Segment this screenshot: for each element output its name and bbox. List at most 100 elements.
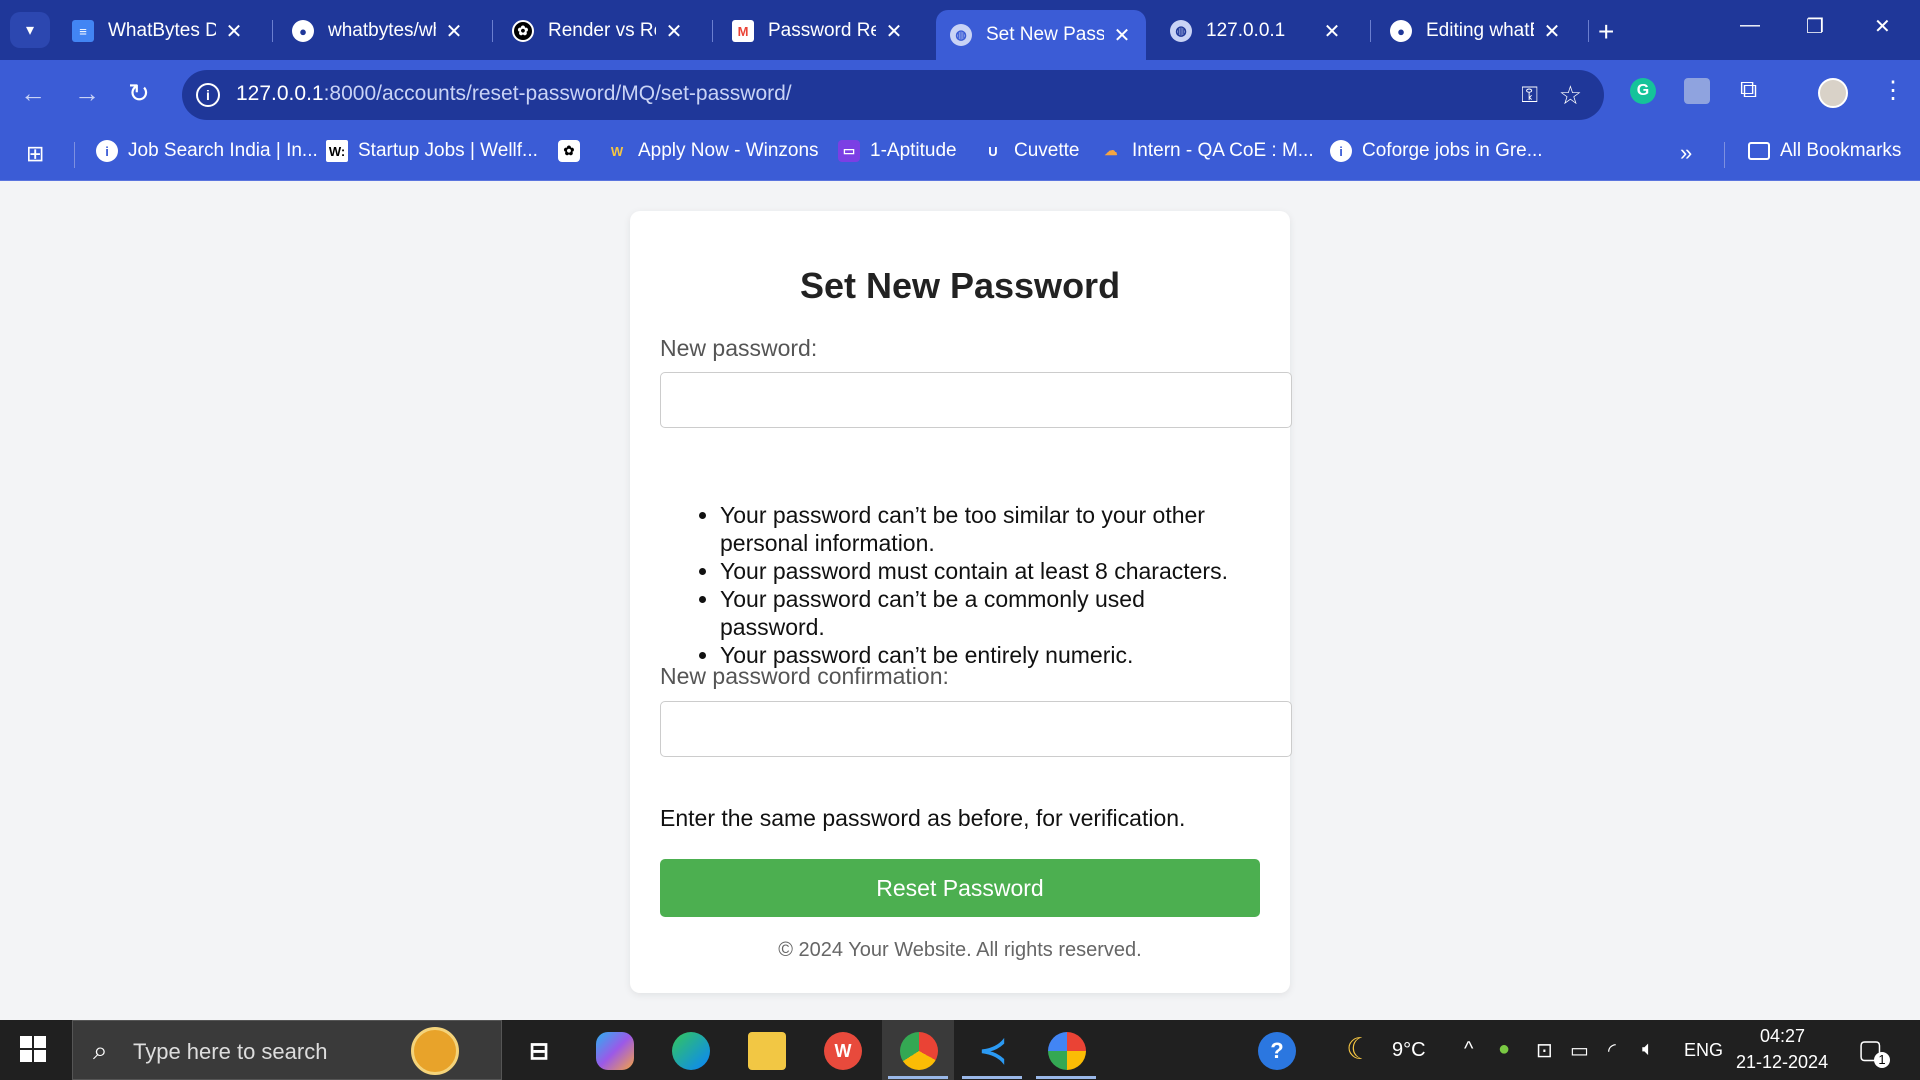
aptitude-icon: ▭ [838, 140, 860, 162]
edge-icon[interactable] [672, 1032, 710, 1070]
chevron-up-icon[interactable]: ^ [1464, 1038, 1473, 1061]
extension-icon[interactable] [1684, 78, 1710, 104]
minimize-icon[interactable]: — [1740, 14, 1760, 37]
close-icon[interactable]: ✕ [444, 19, 464, 44]
bookmark-startup-jobs[interactable]: W: Startup Jobs | Wellf... [326, 140, 538, 162]
bookmark-star-icon[interactable]: ☆ [1559, 80, 1582, 111]
meet-now-icon[interactable]: ⊡ [1536, 1038, 1553, 1063]
tab-password-reset-gmail[interactable]: M Password Res ✕ [718, 10, 918, 52]
globe-icon: ◍ [1170, 20, 1192, 42]
tab-set-new-password[interactable]: ◍ Set New Passw ✕ [936, 10, 1146, 60]
close-icon[interactable]: ✕ [224, 19, 244, 44]
task-view-icon[interactable]: ⊟ [520, 1032, 558, 1070]
close-icon[interactable]: ✕ [1322, 19, 1342, 44]
bookmark-cuvette[interactable]: U Cuvette [982, 140, 1079, 162]
bookmark-openai[interactable]: ✿ [558, 140, 590, 162]
speaker-muted-icon[interactable]: 🔈︎ [1642, 1038, 1654, 1061]
cloud-icon: ☁ [1104, 143, 1118, 158]
confirm-password-label: New password confirmation: [660, 663, 949, 689]
windows-start-icon[interactable] [20, 1036, 48, 1064]
apps-icon[interactable]: ⊞ [26, 141, 44, 167]
tray-app-icon[interactable]: ● [1498, 1038, 1510, 1061]
openai-icon: ✿ [512, 20, 534, 42]
tab-localhost[interactable]: ◍ 127.0.0.1 ✕ [1156, 10, 1356, 52]
clock-time[interactable]: 04:27 [1760, 1026, 1805, 1047]
gmail-icon: M [732, 20, 754, 42]
tab-github-whatbytes[interactable]: ● whatbytes/wh ✕ [278, 10, 478, 52]
puzzle-icon[interactable]: ⧉ [1740, 76, 1766, 103]
bookmark-aptitude[interactable]: ▭ 1-Aptitude [838, 140, 957, 162]
password-key-icon[interactable]: ⚿ [1521, 82, 1538, 108]
moon-weather-icon: ☾ [1346, 1033, 1373, 1066]
restore-icon[interactable]: ❐ [1806, 14, 1824, 39]
battery-icon[interactable]: ▭ [1570, 1038, 1589, 1063]
bookmark-label: Coforge jobs in Gre... [1362, 140, 1543, 161]
more-menu-icon[interactable]: ⋮ [1880, 76, 1906, 104]
bookmark-job-search-india[interactable]: i Job Search India | In... [96, 140, 318, 162]
url-path: :8000/accounts/reset-password/MQ/set-pas… [323, 82, 792, 105]
site-info-icon[interactable]: i [196, 83, 220, 107]
window-close-icon[interactable]: ✕ [1874, 14, 1891, 39]
vscode-icon[interactable]: ≺ [974, 1032, 1012, 1070]
tab-separator [272, 20, 273, 42]
bookmark-coforge-jobs[interactable]: i Coforge jobs in Gre... [1330, 140, 1543, 162]
grammarly-icon[interactable]: G [1630, 78, 1656, 104]
running-app-indicator [962, 1076, 1022, 1079]
tab-title: Set New Passw [986, 24, 1104, 45]
notification-count-badge: 1 [1874, 1052, 1890, 1068]
docs-icon: ≡ [72, 20, 94, 42]
new-password-label: New password: [660, 335, 818, 361]
copilot-icon[interactable] [596, 1032, 634, 1070]
all-bookmarks-button[interactable]: All Bookmarks [1748, 140, 1901, 162]
tab-title: WhatBytes Dj [108, 20, 216, 41]
reset-password-card: Set New Password New password: Your pass… [630, 211, 1292, 993]
close-icon[interactable]: ✕ [1542, 19, 1562, 44]
browser-toolbar: ← → ↻ i 127.0.0.1:8000/accounts/reset-pa… [0, 60, 1920, 128]
tab-search-button[interactable]: ▾ [10, 12, 50, 48]
cuvette-icon: U [988, 143, 998, 159]
forward-icon[interactable]: → [74, 78, 100, 109]
bookmarks-bar: ⊞ i Job Search India | In... W: Startup … [0, 128, 1920, 181]
new-tab-button[interactable]: + [1598, 16, 1614, 48]
openai-icon: ✿ [558, 140, 580, 162]
back-icon[interactable]: ← [20, 78, 46, 109]
close-icon[interactable]: ✕ [884, 19, 904, 44]
wifi-icon[interactable]: ◜ [1608, 1038, 1616, 1063]
clock-date[interactable]: 21-12-2024 [1736, 1052, 1828, 1073]
search-placeholder: Type here to search [133, 1039, 328, 1064]
globe-icon: ◍ [950, 24, 972, 46]
url-host: 127.0.0.1 [236, 82, 324, 105]
close-icon[interactable]: ✕ [1112, 23, 1132, 48]
avatar[interactable] [1818, 78, 1848, 108]
reset-password-button[interactable]: Reset Password [660, 859, 1260, 917]
bookmark-separator [74, 142, 75, 168]
address-bar[interactable]: i 127.0.0.1:8000/accounts/reset-password… [182, 70, 1604, 120]
new-password-input[interactable] [660, 372, 1292, 428]
chrome-profile-icon[interactable] [1048, 1032, 1086, 1070]
url-text[interactable]: 127.0.0.1:8000/accounts/reset-password/M… [236, 82, 792, 106]
weather-temp[interactable]: 9°C [1392, 1039, 1426, 1062]
bookmark-winzons[interactable]: W Apply Now - Winzons [606, 140, 819, 162]
tab-whatbytes-docs[interactable]: ≡ WhatBytes Dj ✕ [58, 10, 258, 52]
bookmarks-overflow-icon[interactable]: » [1680, 140, 1692, 166]
bookmark-intern-qa[interactable]: ☁ Intern - QA CoE : M... [1100, 140, 1314, 162]
bookmark-label: 1-Aptitude [870, 140, 957, 161]
taskbar-search[interactable]: ⌕ Type here to search [72, 1020, 502, 1080]
file-explorer-icon[interactable] [748, 1032, 786, 1070]
help-icon[interactable]: ? [1258, 1032, 1296, 1070]
tab-title: Render vs Red [548, 20, 656, 41]
running-app-indicator [1036, 1076, 1096, 1079]
language-indicator[interactable]: ENG [1684, 1040, 1723, 1061]
tab-strip: ▾ ≡ WhatBytes Dj ✕ ● whatbytes/wh ✕ ✿ Re… [0, 0, 1920, 60]
taskbar: ⌕ Type here to search ⊟ W ≺ ? ☾ 9°C ^ ● … [0, 1020, 1920, 1080]
tab-editing-github[interactable]: ● Editing whatB ✕ [1376, 10, 1576, 52]
tab-separator [712, 20, 713, 42]
tab-render-vs-red[interactable]: ✿ Render vs Red ✕ [498, 10, 698, 52]
reload-icon[interactable]: ↻ [128, 78, 150, 109]
confirm-password-input[interactable] [660, 701, 1292, 757]
bookmark-label: Job Search India | In... [128, 140, 318, 161]
close-icon[interactable]: ✕ [664, 19, 684, 44]
wps-icon[interactable]: W [824, 1032, 862, 1070]
tab-title: Editing whatB [1426, 20, 1534, 41]
chrome-icon[interactable] [900, 1032, 938, 1070]
